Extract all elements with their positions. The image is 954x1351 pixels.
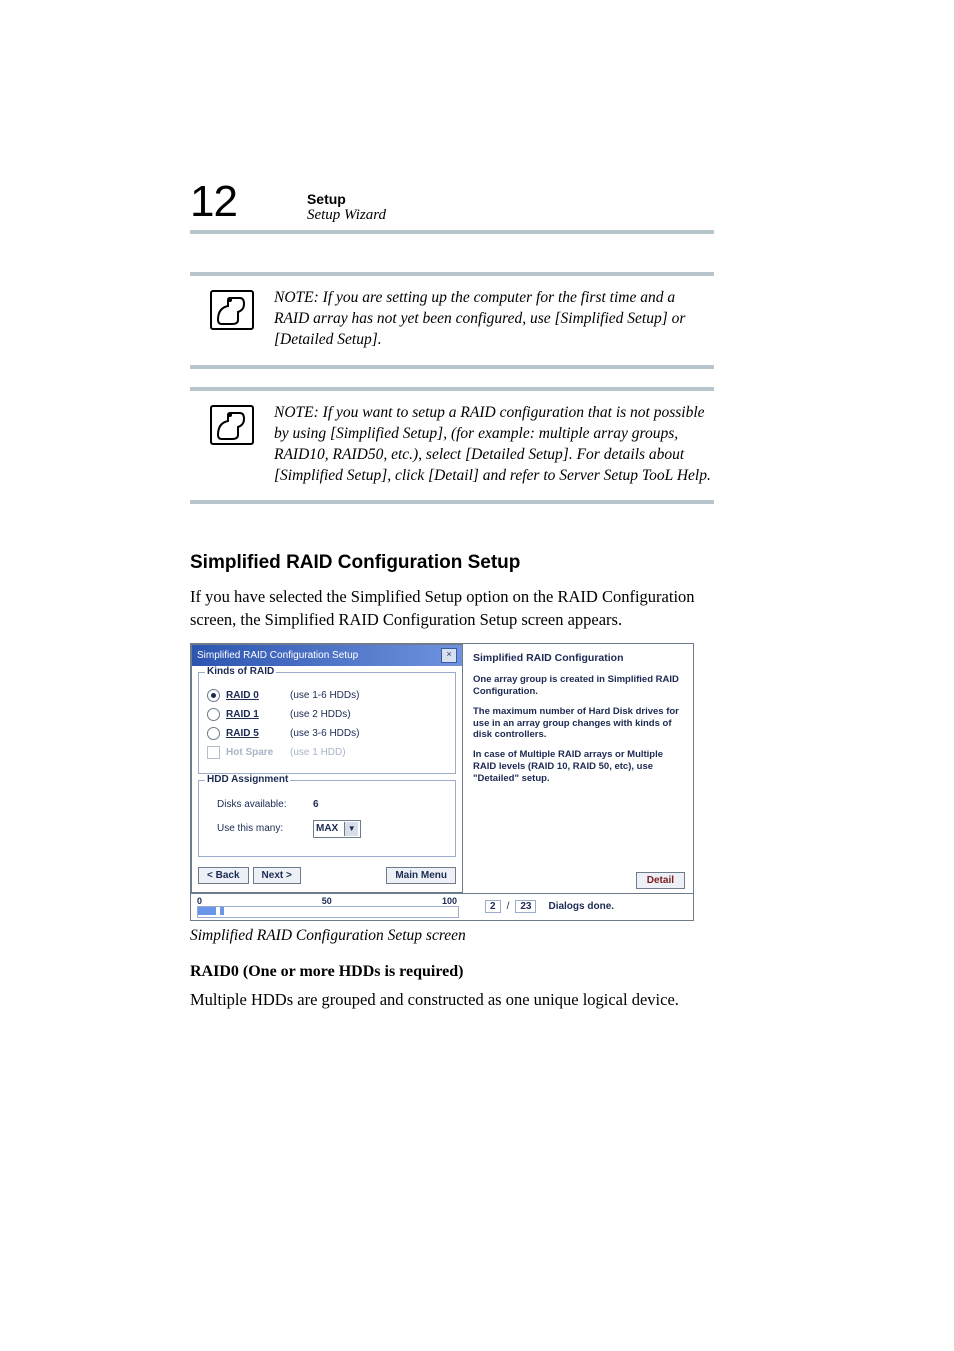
raid1-label: RAID 1 — [226, 709, 290, 720]
radio-icon[interactable] — [207, 708, 220, 721]
disks-available-row: Disks available: 6 — [217, 799, 447, 810]
hotspare-hint: (use 1 HDD) — [290, 747, 346, 758]
disks-available-label: Disks available: — [217, 799, 313, 810]
progress-mid: 50 — [322, 896, 332, 906]
use-this-many-label: Use this many: — [217, 823, 313, 834]
detail-button[interactable]: Detail — [636, 872, 685, 889]
dialog-titlebar: Simplified RAID Configuration Setup × — [192, 645, 462, 666]
hdd-assignment-legend: HDD Assignment — [205, 774, 290, 785]
help-p2: The maximum number of Hard Disk drives f… — [473, 706, 685, 742]
raid1-hint: (use 2 HDDs) — [290, 709, 351, 720]
kinds-of-raid-legend: Kinds of RAID — [205, 666, 276, 677]
note-text-1: NOTE: If you are setting up the computer… — [274, 288, 714, 351]
dialog-footer: 0 50 100 2 / 23 Dialogs done. — [191, 893, 693, 920]
progress-max: 100 — [442, 896, 457, 906]
raid5-label: RAID 5 — [226, 728, 290, 739]
progress-fill — [198, 907, 224, 915]
progress-total: 23 — [515, 900, 536, 913]
section-intro: If you have selected the Simplified Setu… — [190, 586, 714, 631]
back-button[interactable]: < Back — [198, 867, 249, 884]
use-this-many-value: MAX — [316, 823, 338, 834]
dialog-title: Simplified RAID Configuration Setup — [197, 650, 358, 661]
hdd-assignment-group: HDD Assignment Disks available: 6 Use th… — [198, 780, 456, 857]
raid0-label: RAID 0 — [226, 690, 290, 701]
raid0-subheading: RAID0 (One or more HDDs is required) — [190, 963, 714, 981]
page-number: 12 — [190, 180, 237, 224]
radio-icon[interactable] — [207, 689, 220, 702]
raid5-hint: (use 3-6 HDDs) — [290, 728, 359, 739]
progress-slash: / — [507, 901, 510, 912]
section-heading: Simplified RAID Configuration Setup — [190, 552, 714, 574]
hotspare-option: Hot Spare (use 1 HDD) — [207, 746, 447, 759]
help-p3: In case of Multiple RAID arrays or Multi… — [473, 749, 685, 785]
page-header: 12 Setup Setup Wizard — [190, 180, 714, 234]
progress-current: 2 — [485, 900, 501, 913]
raid0-option[interactable]: RAID 0 (use 1-6 HDDs) — [207, 689, 447, 702]
raid0-body: Multiple HDDs are grouped and constructe… — [190, 989, 714, 1011]
header-subtitle: Setup Wizard — [307, 207, 386, 224]
note-text-2: NOTE: If you want to setup a RAID config… — [274, 403, 714, 487]
kinds-of-raid-group: Kinds of RAID RAID 0 (use 1-6 HDDs) RAID… — [198, 672, 456, 774]
use-this-many-row: Use this many: MAX ▼ — [217, 820, 447, 838]
header-title: Setup — [307, 191, 386, 207]
dialog-window: Simplified RAID Configuration Setup × Ki… — [191, 644, 463, 893]
progress-min: 0 — [197, 896, 202, 906]
note-block-1: NOTE: If you are setting up the computer… — [190, 272, 714, 369]
note-icon — [190, 403, 274, 487]
dialog-help-panel: Simplified RAID Configuration One array … — [463, 644, 693, 893]
raid1-option[interactable]: RAID 1 (use 2 HDDs) — [207, 708, 447, 721]
progress-status: Dialogs done. — [548, 901, 614, 912]
help-title: Simplified RAID Configuration — [473, 652, 685, 664]
chevron-down-icon[interactable]: ▼ — [344, 822, 358, 836]
next-button[interactable]: Next > — [253, 867, 301, 884]
radio-icon[interactable] — [207, 727, 220, 740]
disks-available-value: 6 — [313, 799, 319, 810]
dialog-screenshot: Simplified RAID Configuration Setup × Ki… — [190, 643, 694, 921]
raid0-hint: (use 1-6 HDDs) — [290, 690, 359, 701]
note-block-2: NOTE: If you want to setup a RAID config… — [190, 387, 714, 505]
raid5-option[interactable]: RAID 5 (use 3-6 HDDs) — [207, 727, 447, 740]
header-text: Setup Setup Wizard — [307, 191, 386, 224]
dialog-button-row: < Back Next > Main Menu — [192, 863, 462, 892]
progress-bar: 0 50 100 — [197, 898, 457, 916]
close-icon[interactable]: × — [441, 648, 457, 663]
use-this-many-select[interactable]: MAX ▼ — [313, 820, 361, 838]
help-p1: One array group is created in Simplified… — [473, 674, 685, 698]
main-menu-button[interactable]: Main Menu — [386, 867, 456, 884]
hotspare-label: Hot Spare — [226, 747, 290, 758]
note-icon — [190, 288, 274, 351]
checkbox-icon — [207, 746, 220, 759]
figure-caption: Simplified RAID Configuration Setup scre… — [190, 927, 714, 945]
